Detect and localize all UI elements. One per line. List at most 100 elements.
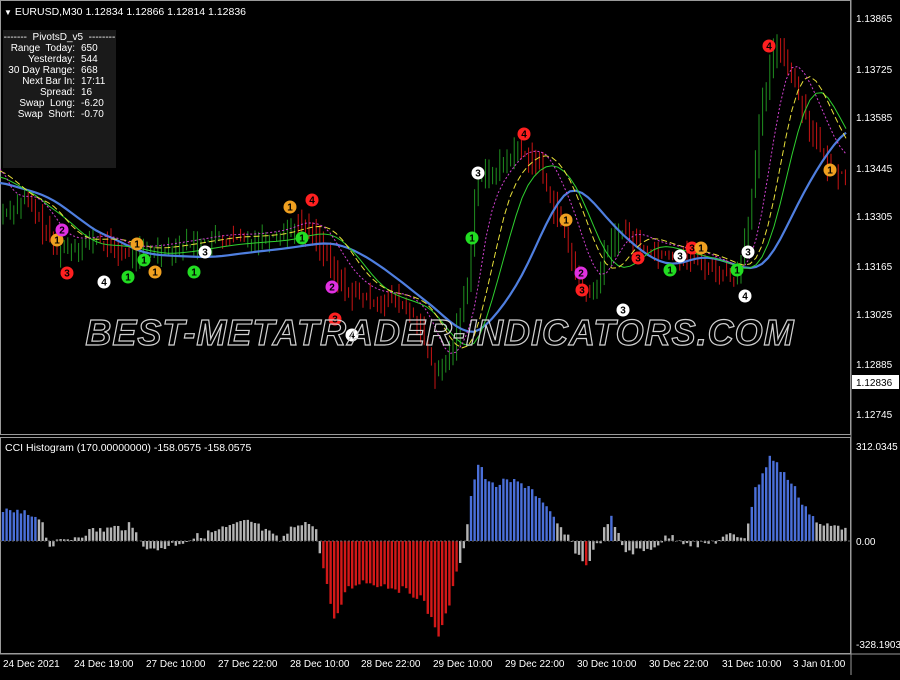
cci-bar bbox=[207, 530, 209, 541]
cci-bar bbox=[229, 525, 231, 541]
svg-text:1: 1 bbox=[134, 240, 140, 251]
cci-bar bbox=[85, 536, 87, 541]
ma-magenta-line bbox=[0, 67, 846, 354]
cci-bar bbox=[477, 465, 479, 541]
pivots-row: Swap Short:-0.70 bbox=[3, 109, 116, 120]
moving-average-lines bbox=[0, 67, 846, 354]
cci-bar bbox=[567, 535, 569, 541]
cci-bar bbox=[621, 541, 623, 545]
svg-text:1: 1 bbox=[734, 266, 740, 277]
signal-marker: 1 bbox=[284, 201, 297, 214]
cci-bar bbox=[772, 461, 774, 541]
cci-bar bbox=[538, 498, 540, 541]
cci-bar bbox=[236, 522, 238, 541]
cci-bar bbox=[311, 526, 313, 541]
pivots-row-value: 17:11 bbox=[81, 76, 116, 87]
price-label: 1.13865 bbox=[856, 14, 893, 25]
svg-text:4: 4 bbox=[309, 196, 315, 207]
svg-text:1: 1 bbox=[141, 256, 147, 267]
svg-text:3: 3 bbox=[689, 244, 695, 255]
svg-text:3: 3 bbox=[677, 252, 683, 263]
cci-bar bbox=[369, 541, 371, 583]
current-price-label: 1.12836 bbox=[856, 378, 893, 389]
cci-bar bbox=[337, 541, 339, 613]
signal-marker: 4 bbox=[763, 40, 776, 53]
cci-bar bbox=[247, 520, 249, 541]
cci-bar bbox=[830, 526, 832, 541]
cci-bar bbox=[88, 529, 90, 541]
svg-text:4: 4 bbox=[742, 292, 748, 303]
cci-bar bbox=[758, 485, 760, 541]
cci-bar bbox=[16, 510, 18, 541]
pivots-row-label: Next Bar In: bbox=[3, 76, 81, 87]
pivots-row: 30 Day Range:668 bbox=[3, 65, 116, 76]
cci-bar bbox=[308, 524, 310, 541]
cci-bar bbox=[23, 510, 25, 541]
cci-bar bbox=[531, 489, 533, 541]
cci-bar bbox=[398, 541, 400, 593]
cci-bar bbox=[149, 541, 151, 548]
pivots-row-value: -0.70 bbox=[81, 109, 116, 120]
time-label: 29 Dec 22:00 bbox=[505, 659, 565, 670]
cci-bar bbox=[355, 541, 357, 586]
cci-bar bbox=[819, 524, 821, 541]
cci-bar bbox=[196, 533, 198, 541]
chart-canvas[interactable]: 134211111314123431413233133114341 BEST-M… bbox=[0, 0, 900, 675]
pivots-row-label: Swap Short: bbox=[3, 109, 81, 120]
cci-bar bbox=[304, 522, 306, 541]
cci-bar bbox=[650, 541, 652, 550]
cci-bar bbox=[535, 496, 537, 541]
cci-bar bbox=[243, 520, 245, 541]
cci-bar bbox=[265, 529, 267, 541]
cci-bar bbox=[445, 541, 447, 613]
cci-bar bbox=[578, 541, 580, 555]
cci-bar bbox=[491, 482, 493, 541]
cci-bar bbox=[506, 479, 508, 541]
pivots-row: Swap Long:-6.20 bbox=[3, 98, 116, 109]
price-label: 1.13585 bbox=[856, 113, 893, 124]
cci-bar bbox=[513, 479, 515, 541]
cci-bar bbox=[268, 530, 270, 541]
time-label: 28 Dec 22:00 bbox=[361, 659, 421, 670]
price-label: 1.13025 bbox=[856, 310, 893, 321]
cci-bar bbox=[495, 487, 497, 541]
cci-bar bbox=[794, 486, 796, 541]
pivots-row-value: 544 bbox=[81, 54, 116, 65]
svg-text:1: 1 bbox=[191, 268, 197, 279]
cci-bar bbox=[589, 541, 591, 561]
cci-bar bbox=[689, 541, 691, 546]
svg-text:1: 1 bbox=[563, 216, 569, 227]
symbol-header[interactable]: ▼ EURUSD,M30 1.12834 1.12866 1.12814 1.1… bbox=[4, 6, 246, 18]
cci-bar bbox=[499, 485, 501, 541]
cci-bar bbox=[419, 541, 421, 595]
cci-bar bbox=[365, 541, 367, 583]
cci-bar bbox=[344, 541, 346, 592]
cci-bar bbox=[765, 467, 767, 541]
cci-bar bbox=[657, 541, 659, 545]
svg-text:2: 2 bbox=[578, 269, 584, 280]
svg-text:1: 1 bbox=[827, 166, 833, 177]
symbol-quote-line: EURUSD,M30 1.12834 1.12866 1.12814 1.128… bbox=[15, 6, 246, 18]
cci-bar bbox=[9, 510, 11, 541]
signal-marker: 1 bbox=[824, 164, 837, 177]
cci-bar bbox=[729, 533, 731, 541]
time-label: 24 Dec 19:00 bbox=[74, 659, 134, 670]
signal-marker: 1 bbox=[188, 266, 201, 279]
cci-bar bbox=[401, 541, 403, 586]
pivots-title: ------- PivotsD_v5 -------- bbox=[3, 32, 116, 43]
pivots-row: Yesterday:544 bbox=[3, 54, 116, 65]
cci-bar bbox=[221, 526, 223, 541]
signal-marker: 4 bbox=[306, 194, 319, 207]
signal-marker: 1 bbox=[695, 242, 708, 255]
cci-bar bbox=[635, 541, 637, 548]
cci-bar bbox=[837, 526, 839, 541]
cci-bar bbox=[448, 541, 450, 605]
collapse-triangle-icon[interactable]: ▼ bbox=[4, 8, 12, 17]
svg-text:3: 3 bbox=[745, 248, 751, 259]
cci-bar bbox=[110, 527, 112, 541]
cci-bar bbox=[142, 541, 144, 547]
price-label: 1.13305 bbox=[856, 212, 893, 223]
signal-marker: 1 bbox=[296, 232, 309, 245]
cci-bar bbox=[409, 541, 411, 594]
chart-window[interactable]: 134211111314123431413233133114341 BEST-M… bbox=[0, 0, 900, 675]
